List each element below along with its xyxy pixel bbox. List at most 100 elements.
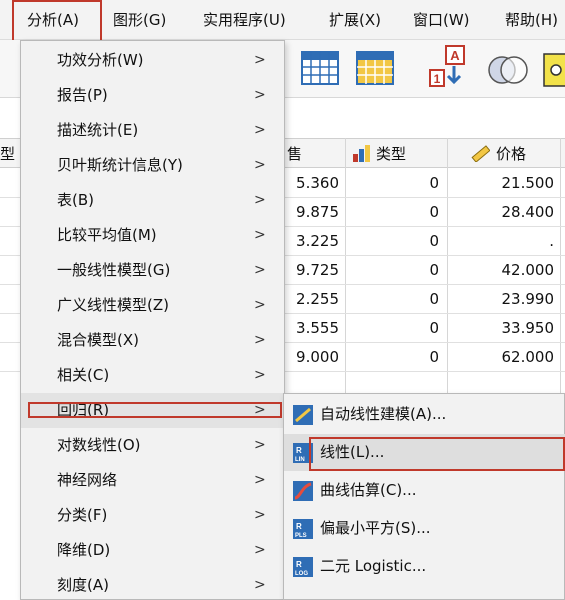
cell-price[interactable]: 28.400 <box>450 198 560 227</box>
menu-item-power-analysis[interactable]: 功效分析(W) > <box>21 43 284 78</box>
column-header-type[interactable]: 类型 <box>352 139 452 169</box>
cell-sales[interactable]: 9.725 <box>287 256 345 285</box>
svg-text:A: A <box>450 48 460 63</box>
cell-price[interactable]: 33.950 <box>450 314 560 343</box>
menu-bar: 分析(A) 图形(G) 实用程序(U) 扩展(X) 窗口(W) 帮助(H) <box>0 0 565 40</box>
cell-sales[interactable]: 2.255 <box>287 285 345 314</box>
cell-type[interactable]: 0 <box>350 198 445 227</box>
menu-item-label: 描述统计(E) <box>57 121 139 139</box>
menu-item-label: 降维(D) <box>57 541 111 559</box>
menu-help[interactable]: 帮助(H) <box>505 0 558 40</box>
cell-type[interactable]: 0 <box>350 227 445 256</box>
submenu-arrow-icon: > <box>254 192 266 208</box>
submenu-item-linear[interactable]: R LIN 线性(L)... <box>284 434 565 471</box>
cell-sales[interactable]: 5.360 <box>287 169 345 198</box>
analyze-menu: 功效分析(W) > 报告(P) > 描述统计(E) > 贝叶斯统计信息(Y) >… <box>20 40 285 600</box>
menu-graphs[interactable]: 图形(G) <box>113 0 166 40</box>
submenu-arrow-icon: > <box>254 332 266 348</box>
menu-item-label: 分类(F) <box>57 506 108 524</box>
ruler-icon <box>471 145 491 163</box>
menu-item-correlate[interactable]: 相关(C) > <box>21 358 284 393</box>
menu-item-classify[interactable]: 分类(F) > <box>21 498 284 533</box>
data-table-icon[interactable] <box>300 48 340 88</box>
weight-cases-icon[interactable]: A 1 <box>426 44 472 90</box>
svg-text:LIN: LIN <box>295 457 305 463</box>
menu-item-mixed-models[interactable]: 混合模型(X) > <box>21 323 284 358</box>
submenu-arrow-icon: > <box>254 367 266 383</box>
column-header-type-label: 类型 <box>376 145 407 163</box>
menu-item-descriptive-statistics[interactable]: 描述统计(E) > <box>21 113 284 148</box>
menu-item-loglinear[interactable]: 对数线性(O) > <box>21 428 284 463</box>
menu-item-scale[interactable]: 刻度(A) > <box>21 568 284 600</box>
cell-type[interactable]: 0 <box>350 343 445 372</box>
cell-price[interactable]: 23.990 <box>450 285 560 314</box>
pls-icon: R PLS <box>293 519 313 539</box>
submenu-arrow-icon: > <box>254 122 266 138</box>
cell-price[interactable]: . <box>450 227 560 256</box>
menu-utilities[interactable]: 实用程序(U) <box>203 0 286 40</box>
binary-logistic-icon: R LOG <box>293 557 313 577</box>
submenu-item-label: 自动线性建模(A)... <box>320 405 447 423</box>
menu-analyze[interactable]: 分析(A) <box>27 0 79 40</box>
scale-icon[interactable] <box>540 50 565 90</box>
menu-item-regression[interactable]: 回归(R) > <box>21 393 284 428</box>
menu-item-label: 神经网络 <box>57 471 118 489</box>
menu-extensions[interactable]: 扩展(X) <box>329 0 381 40</box>
curve-estimation-icon <box>293 481 313 501</box>
menu-item-compare-means[interactable]: 比较平均值(M) > <box>21 218 284 253</box>
variable-table-icon[interactable] <box>355 48 395 88</box>
submenu-item-curve-estimation[interactable]: 曲线估算(C)... <box>284 472 565 509</box>
submenu-item-automatic-linear-modeling[interactable]: 自动线性建模(A)... <box>284 396 565 433</box>
menu-item-tables[interactable]: 表(B) > <box>21 183 284 218</box>
menu-item-general-linear-model[interactable]: 一般线性模型(G) > <box>21 253 284 288</box>
submenu-arrow-icon: > <box>254 577 266 593</box>
submenu-arrow-icon: > <box>254 507 266 523</box>
cell-sales[interactable]: 3.555 <box>287 314 345 343</box>
menu-item-label: 表(B) <box>57 191 94 209</box>
cell-price[interactable]: 42.000 <box>450 256 560 285</box>
menu-item-label: 广义线性模型(Z) <box>57 296 169 314</box>
column-header-price-label: 价格 <box>496 145 527 163</box>
column-header-sales[interactable]: 售 <box>287 139 347 169</box>
cell-type[interactable]: 0 <box>350 285 445 314</box>
menu-item-label: 刻度(A) <box>57 576 109 594</box>
venn-icon[interactable] <box>485 50 531 90</box>
submenu-arrow-icon: > <box>254 472 266 488</box>
menu-item-label: 报告(P) <box>57 86 108 104</box>
menu-item-bayesian-statistics[interactable]: 贝叶斯统计信息(Y) > <box>21 148 284 183</box>
menu-item-neural-networks[interactable]: 神经网络 > <box>21 463 284 498</box>
submenu-arrow-icon: > <box>254 402 266 418</box>
submenu-arrow-icon: > <box>254 227 266 243</box>
svg-text:LOG: LOG <box>295 571 308 577</box>
svg-text:1: 1 <box>434 72 441 86</box>
submenu-item-label: 偏最小平方(S)... <box>320 519 431 537</box>
column-header-price[interactable]: 价格 <box>470 139 565 169</box>
menu-item-label: 功效分析(W) <box>57 51 144 69</box>
menu-window[interactable]: 窗口(W) <box>413 0 470 40</box>
cell-price[interactable]: 62.000 <box>450 343 560 372</box>
cell-price[interactable]: 21.500 <box>450 169 560 198</box>
submenu-arrow-icon: > <box>254 52 266 68</box>
svg-text:PLS: PLS <box>295 533 307 539</box>
menu-item-generalized-linear-models[interactable]: 广义线性模型(Z) > <box>21 288 284 323</box>
submenu-arrow-icon: > <box>254 297 266 313</box>
cell-sales[interactable]: 9.000 <box>287 343 345 372</box>
submenu-item-label: 线性(L)... <box>320 443 385 461</box>
cell-type[interactable]: 0 <box>350 256 445 285</box>
menu-item-reports[interactable]: 报告(P) > <box>21 78 284 113</box>
submenu-item-binary-logistic[interactable]: R LOG 二元 Logistic... <box>284 548 565 585</box>
submenu-arrow-icon: > <box>254 437 266 453</box>
cell-sales[interactable]: 9.875 <box>287 198 345 227</box>
submenu-item-partial-least-squares[interactable]: R PLS 偏最小平方(S)... <box>284 510 565 547</box>
cell-type[interactable]: 0 <box>350 314 445 343</box>
submenu-item-label: 曲线估算(C)... <box>320 481 417 499</box>
menu-item-label: 贝叶斯统计信息(Y) <box>57 156 183 174</box>
cell-type[interactable]: 0 <box>350 169 445 198</box>
menu-item-dimension-reduction[interactable]: 降维(D) > <box>21 533 284 568</box>
submenu-arrow-icon: > <box>254 87 266 103</box>
column-header-type-partial[interactable]: 型 <box>0 139 15 169</box>
submenu-item-label: 二元 Logistic... <box>320 557 427 575</box>
menu-item-label: 对数线性(O) <box>57 436 141 454</box>
menu-item-label: 比较平均值(M) <box>57 226 157 244</box>
cell-sales[interactable]: 3.225 <box>287 227 345 256</box>
